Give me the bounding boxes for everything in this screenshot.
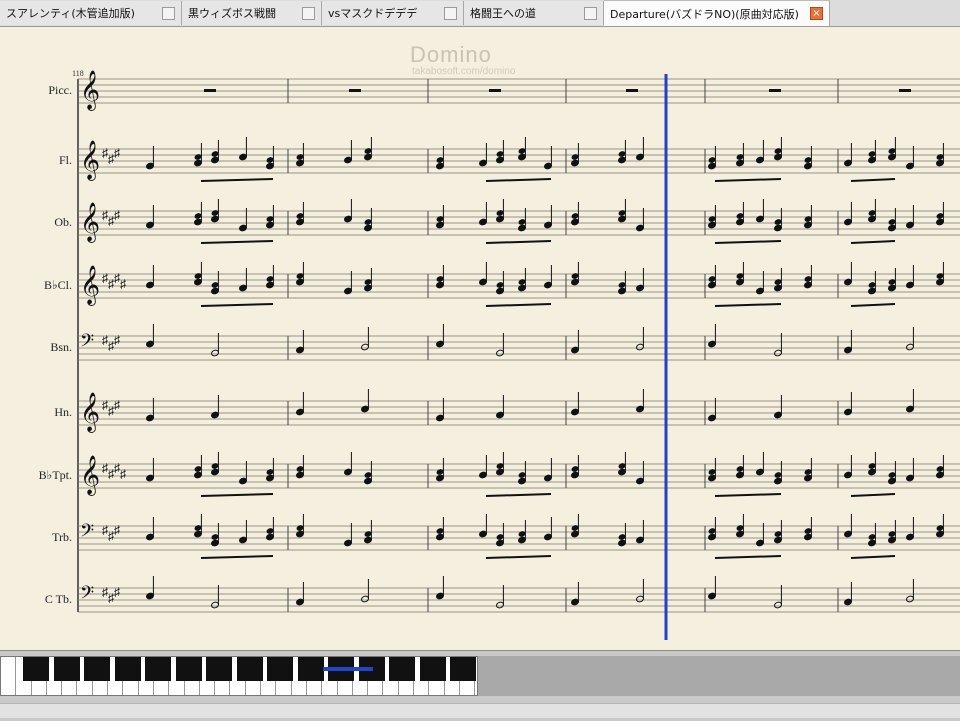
instrument-label: Trb. bbox=[52, 530, 72, 544]
whole-rest bbox=[204, 89, 216, 92]
close-icon[interactable]: × bbox=[810, 7, 823, 20]
key-signature-sharp: ♯ bbox=[114, 585, 120, 599]
treble-clef-icon: 𝄞 bbox=[80, 202, 100, 243]
tab-3[interactable]: vsマスクドデデデ bbox=[322, 1, 464, 25]
black-key[interactable] bbox=[297, 657, 324, 681]
note-beam bbox=[850, 303, 896, 307]
key-signature-sharp: ♯ bbox=[114, 523, 120, 537]
piano-keyboard[interactable] bbox=[0, 656, 478, 696]
measure-number: 118 bbox=[72, 69, 84, 78]
note-beam bbox=[714, 555, 782, 559]
note-beam bbox=[714, 303, 782, 307]
treble-clef-icon: 𝄞 bbox=[80, 140, 100, 181]
close-icon[interactable] bbox=[584, 6, 597, 20]
note-beam bbox=[485, 493, 552, 497]
whole-rest bbox=[489, 89, 501, 92]
white-key[interactable] bbox=[1, 657, 17, 695]
instrument-label: Fl. bbox=[58, 153, 72, 167]
instrument-label: Ob. bbox=[54, 215, 72, 229]
tab-4[interactable]: 格闘王への道 bbox=[464, 1, 604, 25]
black-key[interactable] bbox=[267, 657, 293, 681]
active-key-highlight bbox=[323, 667, 373, 671]
black-key[interactable] bbox=[145, 657, 171, 681]
bass-clef-icon: 𝄢 bbox=[80, 583, 94, 608]
score-view[interactable]: Domino takabosoft.com/domino 𝄞 𝄞 ♯ ♯ ♯ 𝄞 ♯ ♯ ♯ 𝄞 ♯… bbox=[0, 26, 960, 650]
tab-2[interactable]: 黒ウィズボス戦闘 bbox=[182, 1, 322, 25]
note-beam bbox=[714, 178, 782, 182]
key-signature-sharp: ♯ bbox=[114, 146, 120, 160]
black-key[interactable] bbox=[389, 657, 415, 681]
black-key[interactable] bbox=[175, 657, 202, 681]
whole-rest bbox=[349, 89, 361, 92]
document-tab-bar: スアレンティ(木管追加版) 黒ウィズボス戦闘 vsマスクドデデデ 格闘王への道 Depa… bbox=[0, 0, 960, 27]
tab-label: 格闘王への道 bbox=[470, 7, 536, 20]
black-key[interactable] bbox=[206, 657, 232, 681]
note-beam bbox=[485, 303, 552, 307]
black-key[interactable] bbox=[84, 657, 110, 681]
key-signature-sharp: ♯ bbox=[114, 333, 120, 347]
horizontal-scrollbar[interactable] bbox=[0, 703, 960, 718]
whole-rest bbox=[626, 89, 638, 92]
treble-clef-icon: 𝄞 bbox=[80, 265, 100, 306]
note-beam bbox=[850, 493, 896, 497]
black-key[interactable] bbox=[53, 657, 80, 681]
note-beam bbox=[850, 178, 896, 182]
black-key[interactable] bbox=[23, 657, 49, 681]
close-icon[interactable] bbox=[444, 6, 457, 20]
key-signature-sharp: ♯ bbox=[114, 398, 120, 412]
instrument-label: Picc. bbox=[48, 83, 72, 97]
score-canvas[interactable]: 𝄞𝄞 ♯ ♯ ♯𝄞 ♯ ♯ ♯𝄞 ♯ ♯ ♯ ♯𝄢 ♯ ♯ ♯𝄞 ♯ ♯ ♯𝄞 ♯ ♯ ♯ ♯𝄢 ♯ ♯ ♯𝄢 ♯ ♯ ♯118 bbox=[0, 26, 960, 650]
instrument-label: Bsn. bbox=[50, 340, 72, 354]
note-beam bbox=[485, 555, 552, 559]
black-key[interactable] bbox=[114, 657, 141, 681]
bass-clef-icon: 𝄢 bbox=[80, 521, 94, 546]
close-icon[interactable] bbox=[302, 6, 315, 20]
whole-rest bbox=[769, 89, 781, 92]
note-beam bbox=[200, 493, 274, 497]
instrument-label: B♭Cl. bbox=[43, 278, 72, 292]
close-icon[interactable] bbox=[162, 6, 175, 20]
instrument-label: B♭Tpt. bbox=[38, 468, 72, 482]
tab-label: 黒ウィズボス戦闘 bbox=[188, 7, 276, 20]
note-beam bbox=[200, 555, 274, 559]
instrument-label: Hn. bbox=[54, 405, 72, 419]
treble-clef-icon: 𝄞 bbox=[80, 455, 100, 496]
note-beam bbox=[200, 178, 274, 182]
black-key[interactable] bbox=[236, 657, 263, 681]
keyboard-side-pane bbox=[478, 656, 960, 696]
note-beam bbox=[200, 303, 274, 307]
bottom-panel bbox=[0, 650, 960, 721]
note-beam bbox=[850, 555, 896, 559]
bass-clef-icon: 𝄢 bbox=[80, 331, 94, 356]
note-beam bbox=[485, 240, 552, 244]
key-signature-sharp: ♯ bbox=[114, 208, 120, 222]
treble-clef-icon: 𝄞 bbox=[80, 392, 100, 433]
tab-1[interactable]: スアレンティ(木管追加版) bbox=[0, 1, 182, 25]
key-signature-sharp: ♯ bbox=[120, 277, 126, 291]
instrument-label: C Tb. bbox=[44, 592, 72, 606]
note-beam bbox=[485, 178, 552, 182]
black-key[interactable] bbox=[419, 657, 446, 681]
tab-label: Departure(バズドラNO)(原曲対応版) bbox=[610, 7, 799, 21]
key-signature-sharp: ♯ bbox=[120, 467, 126, 481]
note-beam bbox=[714, 493, 782, 497]
note-beam bbox=[850, 240, 896, 244]
black-key[interactable] bbox=[450, 657, 476, 681]
tab-label: vsマスクドデデデ bbox=[328, 7, 418, 20]
tab-5[interactable]: Departure(バズドラNO)(原曲対応版) × bbox=[604, 0, 830, 26]
note-beam bbox=[200, 240, 274, 244]
tab-label: スアレンティ(木管追加版) bbox=[6, 7, 135, 20]
note-beam bbox=[714, 240, 782, 244]
whole-rest bbox=[899, 89, 911, 92]
